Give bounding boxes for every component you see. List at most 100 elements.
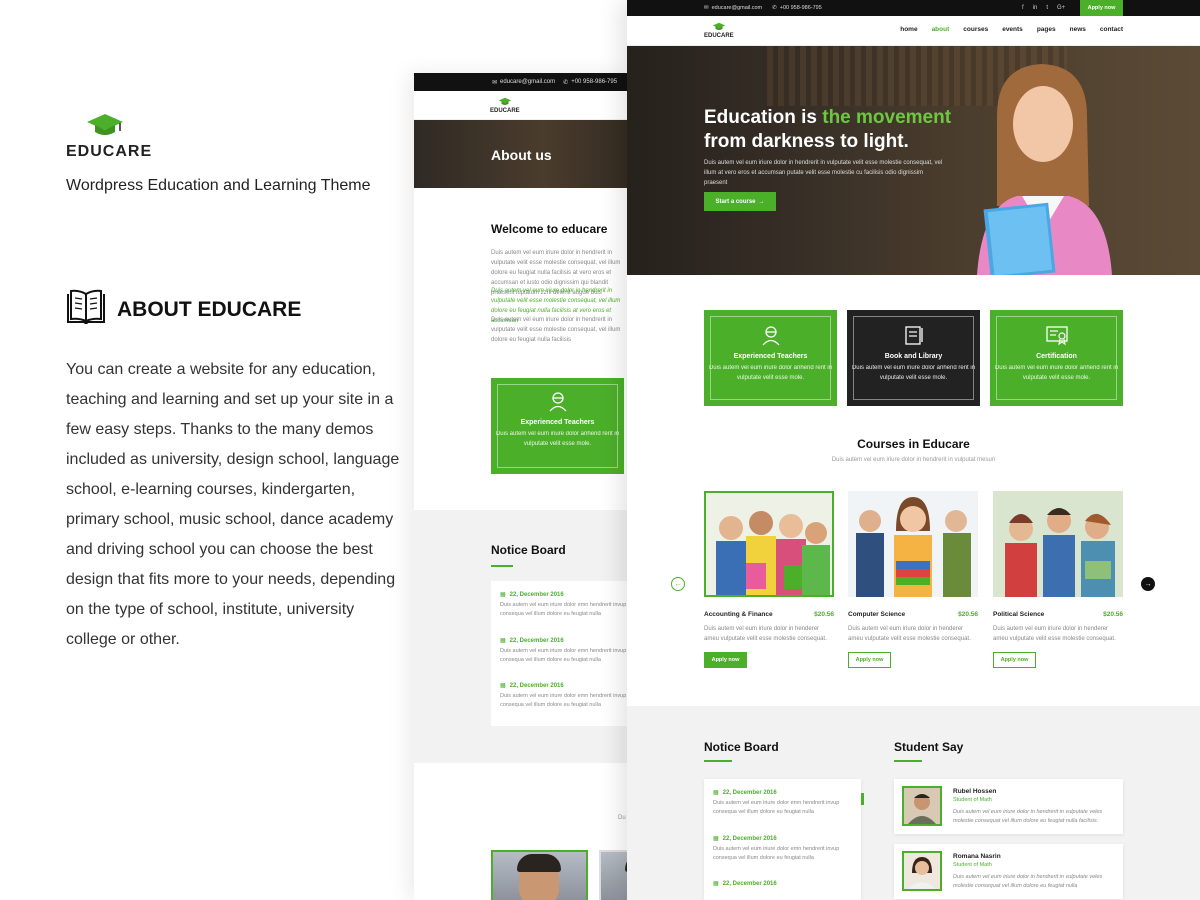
notice-text: Duis autem vel eum iriure dolor emn hend… <box>500 648 627 663</box>
feature-text: Duis autem vel eum iriure dolor anhend r… <box>495 431 620 447</box>
course-card[interactable]: Political Science $20.56 Duis autem vel e… <box>993 491 1123 668</box>
notice-date: 22, December 2016 <box>722 835 777 842</box>
hero-title-part: from darkness to light. <box>704 131 909 152</box>
student-name: Romana Nasrin <box>953 853 1001 860</box>
linkedin-icon[interactable]: in <box>1033 5 1038 11</box>
avatar <box>902 786 942 826</box>
student-quote: Duis autem vel eum iriure dolor in hendr… <box>953 874 1103 889</box>
carousel-next-button[interactable]: → <box>1141 577 1155 591</box>
topbar-email[interactable]: educare@gmail.com <box>712 5 763 11</box>
start-course-button[interactable]: Start a course → <box>704 192 776 211</box>
course-description: Duis autem vel eum iriure dolor in hende… <box>993 626 1116 642</box>
notice-item[interactable]: ▦ 22, December 2016 Duis autem vel eum ir… <box>500 591 628 619</box>
graduation-cap-icon <box>712 22 726 30</box>
about-heading: ABOUT EDUCARE <box>117 298 302 321</box>
feature-card-certification[interactable]: Certification Duis autem vel eum iriure … <box>990 310 1123 406</box>
course-card[interactable]: Accounting & Finance $20.56 Duis autem ve… <box>704 491 834 668</box>
twitter-icon[interactable]: t <box>1046 5 1048 11</box>
course-image[interactable] <box>704 491 834 597</box>
scroll-indicator[interactable] <box>861 793 864 805</box>
about-topbar: ✉ educare@gmail.com ✆ +00 958-986-795 <box>414 73 628 91</box>
carousel-prev-button[interactable]: ← <box>671 577 685 591</box>
course-apply-button[interactable]: Apply now <box>993 652 1036 668</box>
course-price: $20.56 <box>958 611 978 618</box>
home-logo-text: EDUCARE <box>704 33 734 39</box>
notice-text: Duis autem vel eum iriure dolor emn hend… <box>500 602 627 617</box>
notice-board-title: Notice Board <box>704 740 779 754</box>
calendar-icon: ▦ <box>713 790 719 796</box>
social-links: f in t G+ <box>1022 5 1065 11</box>
notice-text: Duis autem vel eum iriure dolor emn hend… <box>713 800 840 815</box>
course-name[interactable]: Political Science <box>993 611 1044 618</box>
welcome-title: Welcome to educare <box>491 222 608 236</box>
teacher-photo[interactable] <box>599 850 628 900</box>
course-image[interactable] <box>848 491 978 597</box>
title-underline <box>491 565 513 567</box>
students-group-image <box>706 493 832 595</box>
nav-contact[interactable]: contact <box>1100 26 1123 33</box>
nav-events[interactable]: events <box>1002 26 1023 33</box>
nav-news[interactable]: news <box>1070 26 1086 33</box>
about-page-preview: ✉ educare@gmail.com ✆ +00 958-986-795 EDUC… <box>414 73 628 900</box>
hero-title-part: Education is <box>704 107 823 128</box>
about-hero-title: About us <box>491 147 552 163</box>
about-hero: About us <box>414 120 628 188</box>
feature-card-teachers[interactable]: Experienced Teachers Duis autem vel eum … <box>704 310 837 406</box>
course-price: $20.56 <box>814 611 834 618</box>
notice-item[interactable]: ▦ 22, December 2016 Duis autem vel eum ir… <box>500 682 628 710</box>
nav-about[interactable]: about <box>932 26 950 33</box>
title-underline <box>704 760 732 762</box>
course-image[interactable] <box>993 491 1123 597</box>
courses-subtitle: Duis autem vel eum iriure dolor in hendr… <box>831 457 996 463</box>
notice-item[interactable]: ▦ 22, December 2016 Duis autem vel eum ir… <box>713 789 853 817</box>
course-name[interactable]: Accounting & Finance <box>704 611 773 618</box>
apply-now-button[interactable]: Apply now <box>1080 0 1123 16</box>
course-name[interactable]: Computer Science <box>848 611 905 618</box>
hero-student-image <box>977 64 1112 275</box>
notice-date: 22, December 2016 <box>509 682 564 689</box>
student-quote: Duis autem vel eum iriure dolor in hendr… <box>953 809 1103 824</box>
feature-card-teachers[interactable]: Experienced Teachers Duis autem vel eum … <box>491 378 624 474</box>
student-role: Student of Math <box>953 862 992 868</box>
facebook-icon[interactable]: f <box>1022 5 1024 11</box>
topbar-email[interactable]: educare@gmail.com <box>500 79 555 85</box>
course-apply-button[interactable]: Apply now <box>704 652 747 668</box>
about-logo[interactable]: EDUCARE <box>490 97 520 114</box>
notice-item[interactable]: ▦ 22, December 2016 Duis autem vel eum ir… <box>713 835 853 863</box>
course-price: $20.56 <box>1103 611 1123 618</box>
feature-text: Duis autem vel eum iriure dolor anhend r… <box>851 365 976 381</box>
notice-item[interactable]: ▦ 22, December 2016 <box>713 880 853 888</box>
title-underline <box>894 760 922 762</box>
student-with-books-image <box>848 491 978 597</box>
feature-card-library[interactable]: Book and Library Duis autem vel eum iriu… <box>847 310 980 406</box>
educare-logo <box>66 112 156 138</box>
arrow-right-icon: → <box>758 198 765 205</box>
home-logo[interactable]: EDUCARE <box>704 22 734 39</box>
student-say-title: Student Say <box>894 740 964 754</box>
start-course-label: Start a course <box>715 198 756 205</box>
calendar-icon: ▦ <box>500 683 506 689</box>
teacher-photo[interactable] <box>491 850 588 900</box>
course-card[interactable]: Computer Science $20.56 Duis autem vel eu… <box>848 491 978 668</box>
brand-tagline: Wordpress Education and Learning Theme <box>66 177 371 194</box>
open-book-icon <box>67 289 105 324</box>
calendar-icon: ▦ <box>713 836 719 842</box>
nav-courses[interactable]: courses <box>963 26 988 33</box>
nav-pages[interactable]: pages <box>1037 26 1056 33</box>
calendar-icon: ▦ <box>500 638 506 644</box>
student-name: Rubel Hossen <box>953 788 997 795</box>
course-apply-button[interactable]: Apply now <box>848 652 891 668</box>
notice-date: 22, December 2016 <box>722 880 777 887</box>
google-plus-icon[interactable]: G+ <box>1057 5 1065 11</box>
about-header: EDUCARE <box>414 91 628 120</box>
notice-item[interactable]: ▦ 22, December 2016 Duis autem vel eum ir… <box>500 637 628 665</box>
phone-icon: ✆ <box>563 79 569 86</box>
notice-date: 22, December 2016 <box>509 637 564 644</box>
about-description: You can create a website for any educati… <box>66 361 400 648</box>
main-nav: home about courses events pages news con… <box>900 26 1123 33</box>
nav-home[interactable]: home <box>900 26 917 33</box>
hero-title-highlight: the movement <box>822 107 952 128</box>
arrow-right-icon: → <box>1144 580 1152 588</box>
notice-list: ▦ 22, December 2016 Duis autem vel eum ir… <box>491 581 628 726</box>
notice-text: Duis autem vel eum iriure dolor emn hend… <box>500 693 627 708</box>
